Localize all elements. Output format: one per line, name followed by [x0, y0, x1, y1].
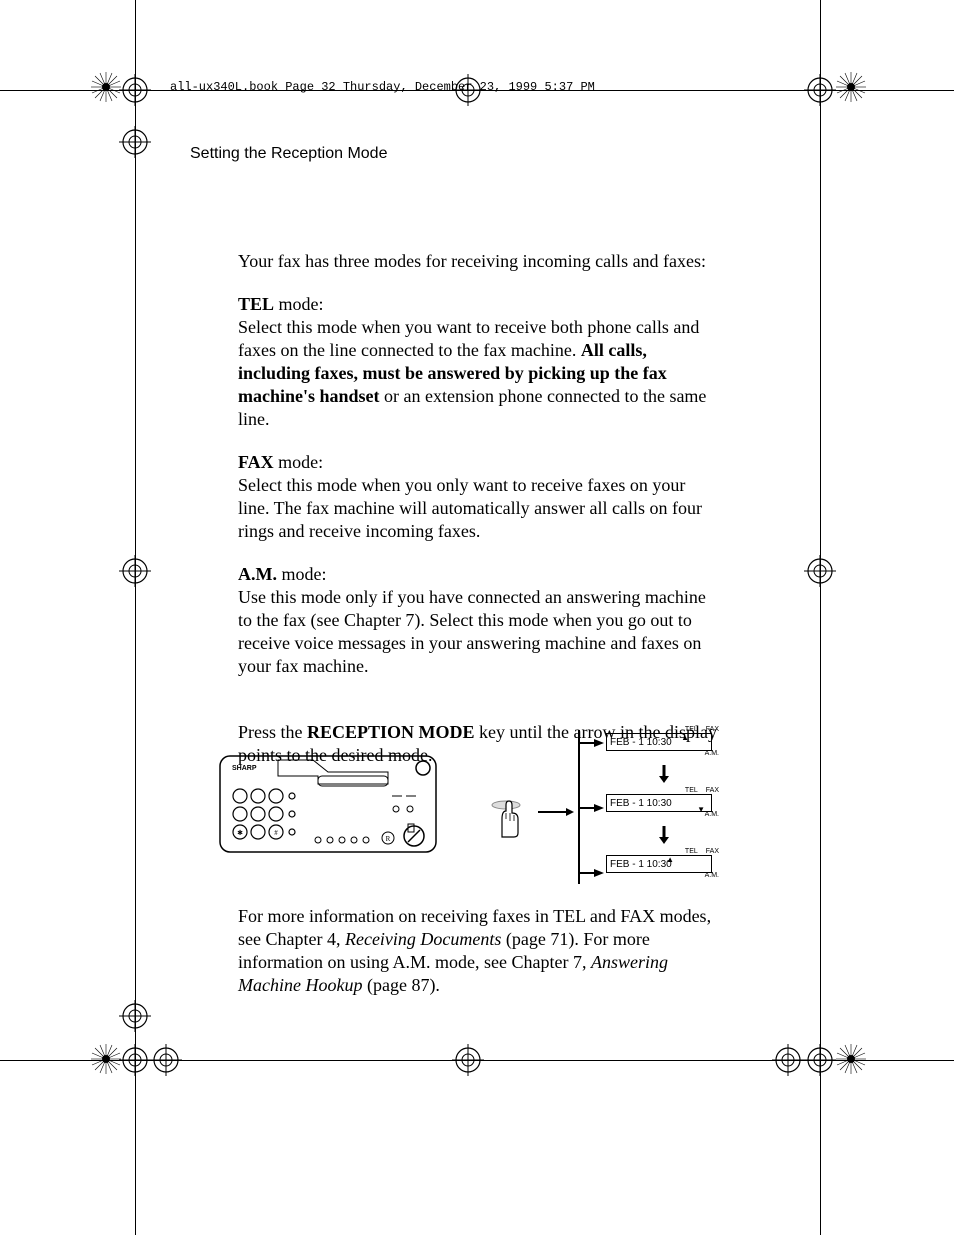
registration-mark-icon: [772, 1044, 804, 1076]
header-meta-text: all-ux340L.book Page 32 Thursday, Decemb…: [170, 80, 595, 94]
sunburst-icon: [836, 1044, 866, 1074]
tel-label: TEL: [685, 848, 698, 855]
registration-mark-icon: [804, 74, 836, 106]
registration-mark-icon: [452, 1044, 484, 1076]
am-mode-heading: A.M. mode:: [238, 563, 718, 586]
sunburst-icon: [91, 72, 121, 102]
display-state-fax: TELFAX FEB - 1 10:30▼ A.M.: [606, 787, 721, 818]
down-arrow-icon: [606, 765, 721, 783]
footer-text: For more information on receiving faxes …: [238, 905, 718, 997]
display-state-am: TEL FAX FEB - 1 10:30▲ A.M.: [606, 848, 721, 879]
fax-label: FAX: [706, 848, 719, 855]
down-arrow-icon: [606, 826, 721, 844]
tel-mode-heading: TEL mode:: [238, 293, 718, 316]
registration-mark-icon: [119, 74, 151, 106]
bracket-icon: [578, 730, 600, 884]
fax-machine-illustration: SHARP ✱ # R: [218, 754, 438, 854]
am-label: A.M.: [606, 750, 721, 757]
fax-mode-heading: FAX mode:: [238, 451, 718, 474]
diagram-area: SHARP ✱ # R: [218, 724, 738, 894]
svg-text:R: R: [386, 835, 391, 843]
sunburst-icon: [836, 72, 866, 102]
fax-label: FAX: [706, 787, 719, 794]
registration-mark-icon: [119, 126, 151, 158]
tel-label: TEL: [685, 726, 698, 733]
body-content: Your fax has three modes for receiving i…: [238, 250, 718, 781]
lcd-display: FEB - 1 10:30▼: [606, 794, 712, 812]
am-mode-body: Use this mode only if you have connected…: [238, 586, 718, 678]
registration-mark-icon: [804, 1044, 836, 1076]
sunburst-icon: [91, 1044, 121, 1074]
lcd-display: FEB - 1 10:30▲: [606, 855, 712, 873]
fax-label: FAX: [706, 726, 719, 733]
am-label: A.M.: [606, 872, 721, 879]
section-title: Setting the Reception Mode: [190, 145, 387, 163]
lcd-display: FEB - 1 10:30▲: [606, 733, 712, 751]
registration-mark-icon: [119, 555, 151, 587]
registration-mark-icon: [150, 1044, 182, 1076]
svg-text:✱: ✱: [237, 829, 243, 837]
press-hand-icon: [488, 799, 530, 844]
display-states: TEL FAX FEB - 1 10:30▲ A.M. TEL FAX FEB - …: [606, 726, 721, 887]
registration-mark-icon: [119, 1044, 151, 1076]
svg-text:SHARP: SHARP: [232, 765, 257, 772]
svg-text:#: #: [274, 829, 278, 837]
display-state-tel: TEL FAX FEB - 1 10:30▲ A.M.: [606, 726, 721, 757]
tel-label: TEL: [685, 787, 698, 794]
registration-mark-icon: [804, 555, 836, 587]
tel-mode-body: Select this mode when you want to receiv…: [238, 316, 718, 431]
registration-mark-icon: [119, 1000, 151, 1032]
intro-text: Your fax has three modes for receiving i…: [238, 250, 718, 273]
arrow-icon: [538, 804, 574, 812]
fax-mode-body: Select this mode when you only want to r…: [238, 474, 718, 543]
